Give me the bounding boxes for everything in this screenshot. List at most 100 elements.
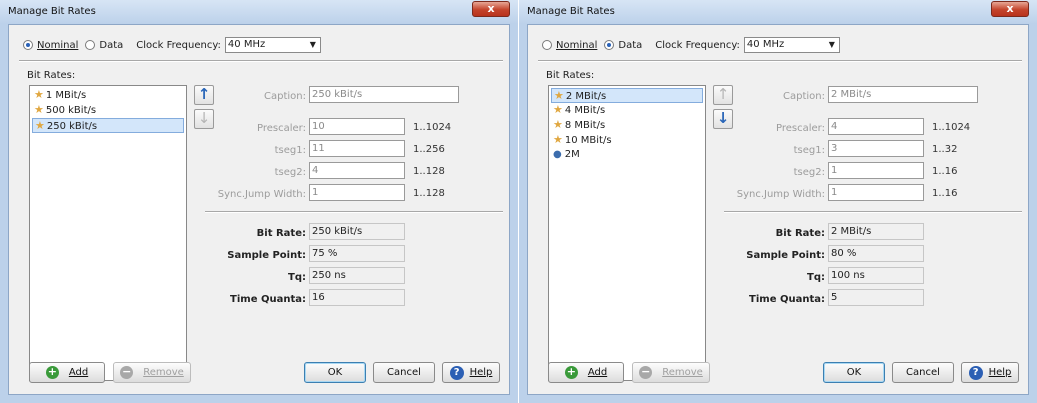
caption-input[interactable]: 2 MBit/s bbox=[828, 86, 978, 103]
help-label: Help bbox=[988, 367, 1012, 378]
title-bar: Manage Bit Rates x bbox=[0, 0, 518, 24]
star-icon: ★ bbox=[553, 103, 563, 116]
prescaler-range: 1..1024 bbox=[413, 122, 452, 133]
tseg2-range: 1..128 bbox=[413, 166, 445, 177]
tseg1-range: 1..32 bbox=[932, 144, 958, 155]
bit-rate-item-label: 1 MBit/s bbox=[45, 90, 87, 101]
minus-icon: − bbox=[120, 365, 134, 379]
bit-rate-item[interactable]: ★ 1 MBit/s bbox=[32, 88, 184, 103]
bit-rate-item-label: 500 kBit/s bbox=[45, 105, 97, 116]
bit-rate-item-label: 10 MBit/s bbox=[564, 135, 612, 146]
help-icon: ? bbox=[968, 365, 983, 380]
sjw-input[interactable]: 1 bbox=[828, 184, 924, 201]
tq-value: 100 ns bbox=[828, 267, 924, 284]
data-label[interactable]: Data bbox=[99, 40, 123, 51]
close-button[interactable]: x bbox=[472, 1, 510, 17]
cancel-button[interactable]: Cancel bbox=[892, 362, 954, 383]
chevron-down-icon: ▼ bbox=[828, 40, 835, 49]
bit-rate-item[interactable]: ★ 8 MBit/s bbox=[551, 118, 703, 133]
cancel-label: Cancel bbox=[906, 367, 940, 378]
ok-button[interactable]: OK bbox=[304, 362, 366, 383]
cancel-button[interactable]: Cancel bbox=[373, 362, 435, 383]
results-separator bbox=[205, 211, 503, 213]
star-icon: ★ bbox=[553, 118, 563, 131]
bit-rate-item[interactable]: ● 2M bbox=[551, 148, 703, 163]
nominal-radio[interactable] bbox=[542, 40, 552, 50]
nominal-label[interactable]: Nominal bbox=[556, 40, 597, 51]
sjw-label: Sync.Jump Width: bbox=[736, 189, 825, 200]
time-quanta-value: 16 bbox=[309, 289, 405, 306]
remove-button[interactable]: − Remove bbox=[113, 362, 191, 383]
bit-rates-label: Bit Rates: bbox=[546, 70, 595, 81]
sample-point-value: 80 % bbox=[828, 245, 924, 262]
nominal-label[interactable]: Nominal bbox=[37, 40, 78, 51]
caption-input[interactable]: 250 kBit/s bbox=[309, 86, 459, 103]
help-button[interactable]: ? Help bbox=[961, 362, 1019, 383]
bit-rates-label: Bit Rates: bbox=[27, 70, 76, 81]
bit-rate-item[interactable]: ★ 10 MBit/s bbox=[551, 133, 703, 148]
clock-frequency-select[interactable]: 40 MHz ▼ bbox=[743, 37, 840, 53]
bit-rate-value: 250 kBit/s bbox=[309, 223, 405, 240]
minus-icon: − bbox=[639, 365, 653, 379]
prescaler-label: Prescaler: bbox=[257, 123, 306, 134]
data-mnemonic: Data bbox=[618, 39, 643, 51]
sample-point-label: Sample Point: bbox=[227, 250, 306, 261]
user-icon: ● bbox=[553, 149, 562, 160]
time-quanta-label: Time Quanta: bbox=[230, 294, 306, 305]
mode-row: Nominal Data Clock Frequency: 40 MHz ▼ bbox=[23, 37, 321, 53]
nominal-radio[interactable] bbox=[23, 40, 33, 50]
nominal-mnemonic: Nominal bbox=[37, 39, 79, 51]
ok-button[interactable]: OK bbox=[823, 362, 885, 383]
time-quanta-value: 5 bbox=[828, 289, 924, 306]
add-button[interactable]: + Add bbox=[548, 362, 624, 383]
bit-rate-item-label: 4 MBit/s bbox=[564, 105, 606, 116]
sjw-range: 1..128 bbox=[413, 188, 445, 199]
time-quanta-label: Time Quanta: bbox=[749, 294, 825, 305]
tseg1-input[interactable]: 3 bbox=[828, 140, 924, 157]
separator bbox=[19, 60, 503, 62]
bit-rates-list[interactable]: ★ 2 MBit/s ★ 4 MBit/s ★ 8 MBit/s ★ 10 MBit/s ● 2M bbox=[548, 85, 706, 381]
dialog-title: Manage Bit Rates bbox=[8, 6, 96, 17]
add-label: Add bbox=[68, 367, 89, 378]
bit-rate-item[interactable]: ★ 500 kBit/s bbox=[32, 103, 184, 118]
bit-rate-item[interactable]: ★ 250 kBit/s bbox=[32, 118, 184, 133]
caption-label: Caption: bbox=[264, 91, 306, 102]
sjw-label: Sync.Jump Width: bbox=[217, 189, 306, 200]
bit-rate-item[interactable]: ★ 2 MBit/s bbox=[551, 88, 703, 103]
clock-frequency-value: 40 MHz bbox=[746, 39, 785, 50]
plus-icon: + bbox=[564, 365, 578, 379]
tseg1-range: 1..256 bbox=[413, 144, 445, 155]
bit-rate-item-label: 8 MBit/s bbox=[564, 120, 606, 131]
tseg1-label: tseg1: bbox=[274, 145, 306, 156]
data-radio[interactable] bbox=[85, 40, 96, 50]
cancel-label: Cancel bbox=[387, 367, 421, 378]
results-separator bbox=[724, 211, 1022, 213]
prescaler-input[interactable]: 10 bbox=[309, 118, 405, 135]
close-button[interactable]: x bbox=[991, 1, 1029, 17]
bit-rate-item[interactable]: ★ 4 MBit/s bbox=[551, 103, 703, 118]
data-label[interactable]: Data bbox=[618, 40, 642, 51]
data-radio[interactable] bbox=[604, 40, 615, 50]
dialog-body: Nominal Data Clock Frequency: 40 MHz ▼ B… bbox=[8, 24, 510, 395]
clock-frequency-select[interactable]: 40 MHz ▼ bbox=[224, 37, 321, 53]
add-button[interactable]: + Add bbox=[29, 362, 105, 383]
dialog-body: Nominal Data Clock Frequency: 40 MHz ▼ B… bbox=[527, 24, 1029, 395]
star-icon: ★ bbox=[35, 119, 45, 132]
bit-rate-item-label: 2M bbox=[564, 149, 580, 160]
tseg2-input[interactable]: 4 bbox=[309, 162, 405, 179]
remove-button[interactable]: − Remove bbox=[632, 362, 710, 383]
bit-rates-list[interactable]: ★ 1 MBit/s ★ 500 kBit/s ★ 250 kBit/s bbox=[29, 85, 187, 381]
help-label: Help bbox=[469, 367, 493, 378]
help-button[interactable]: ? Help bbox=[442, 362, 500, 383]
manage-bit-rates-dialog-data: Manage Bit Rates x Nominal Data Clock Fr… bbox=[519, 0, 1037, 403]
separator bbox=[538, 60, 1022, 62]
sjw-input[interactable]: 1 bbox=[309, 184, 405, 201]
clock-frequency-label: Clock Frequency: bbox=[655, 39, 740, 51]
tseg1-input[interactable]: 11 bbox=[309, 140, 405, 157]
tseg2-range: 1..16 bbox=[932, 166, 958, 177]
data-mnemonic: Data bbox=[99, 39, 124, 51]
prescaler-input[interactable]: 4 bbox=[828, 118, 924, 135]
tseg2-input[interactable]: 1 bbox=[828, 162, 924, 179]
tseg2-label: tseg2: bbox=[274, 167, 306, 178]
sample-point-label: Sample Point: bbox=[746, 250, 825, 261]
